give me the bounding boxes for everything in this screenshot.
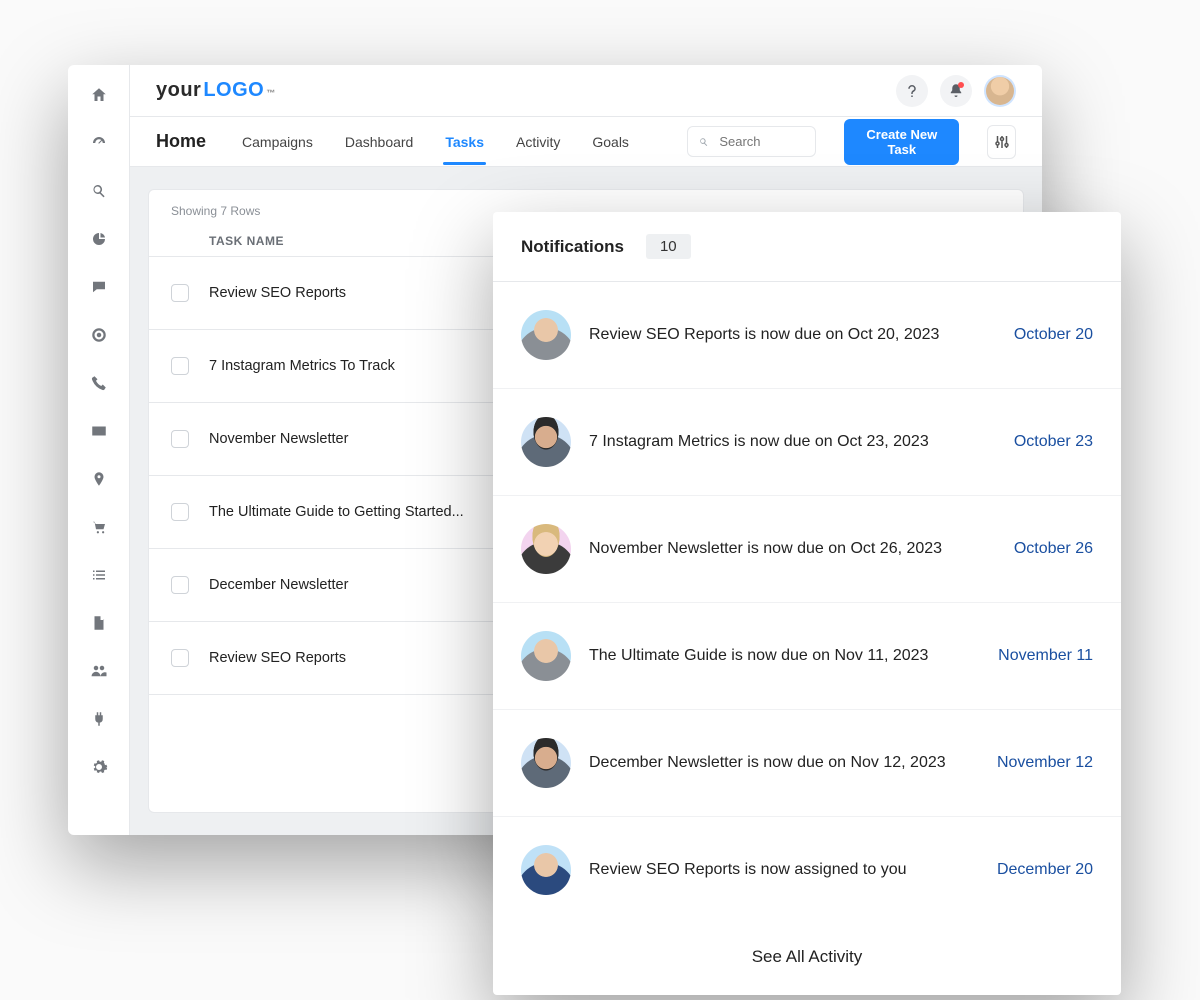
sidebar — [68, 65, 130, 835]
topbar-actions — [896, 75, 1016, 107]
users-icon[interactable] — [89, 661, 109, 681]
notification-item[interactable]: The Ultimate Guide is now due on Nov 11,… — [493, 603, 1121, 710]
search-input[interactable] — [717, 133, 805, 150]
notification-item[interactable]: 7 Instagram Metrics is now due on Oct 23… — [493, 389, 1121, 496]
tab-goals[interactable]: Goals — [590, 120, 631, 164]
phone-icon[interactable] — [89, 373, 109, 393]
notification-date: October 26 — [1014, 540, 1093, 558]
logo-suffix: LOGO — [203, 79, 264, 102]
avatar-face — [986, 77, 1014, 105]
notifications-button[interactable] — [940, 75, 972, 107]
notification-text: Review SEO Reports is now due on Oct 20,… — [589, 326, 996, 344]
pin-icon[interactable] — [89, 469, 109, 489]
notification-avatar — [521, 417, 571, 467]
row-checkbox[interactable] — [171, 284, 189, 302]
logo-prefix: your — [156, 79, 201, 102]
notification-date: December 20 — [997, 861, 1093, 879]
notifications-title: Notifications — [521, 237, 624, 257]
notification-avatar — [521, 845, 571, 895]
home-icon[interactable] — [89, 85, 109, 105]
see-all-activity[interactable]: See All Activity — [493, 923, 1121, 995]
logo-tm: ™ — [266, 88, 276, 98]
notification-avatar — [521, 631, 571, 681]
notification-text: November Newsletter is now due on Oct 26… — [589, 540, 996, 558]
notification-date: October 20 — [1014, 326, 1093, 344]
plug-icon[interactable] — [89, 709, 109, 729]
notification-text: 7 Instagram Metrics is now due on Oct 23… — [589, 433, 996, 451]
notifications-header: Notifications 10 — [493, 212, 1121, 282]
notification-item[interactable]: Review SEO Reports is now due on Oct 20,… — [493, 282, 1121, 389]
notification-item[interactable]: December Newsletter is now due on Nov 12… — [493, 710, 1121, 817]
mail-icon[interactable] — [89, 421, 109, 441]
tab-campaigns[interactable]: Campaigns — [240, 120, 315, 164]
pie-icon[interactable] — [89, 229, 109, 249]
file-icon[interactable] — [89, 613, 109, 633]
notifications-list: Review SEO Reports is now due on Oct 20,… — [493, 282, 1121, 923]
search-icon — [698, 135, 709, 149]
notification-item[interactable]: Review SEO Reports is now assigned to yo… — [493, 817, 1121, 923]
tab-tasks[interactable]: Tasks — [443, 120, 486, 164]
list-icon[interactable] — [89, 565, 109, 585]
notification-dot — [958, 82, 964, 88]
tabs: Campaigns Dashboard Tasks Activity Goals — [240, 120, 631, 164]
cart-icon[interactable] — [89, 517, 109, 537]
notification-text: December Newsletter is now due on Nov 12… — [589, 754, 979, 772]
row-checkbox[interactable] — [171, 576, 189, 594]
dashboard-icon[interactable] — [89, 133, 109, 153]
notification-item[interactable]: November Newsletter is now due on Oct 26… — [493, 496, 1121, 603]
brand-bar: your LOGO ™ — [130, 65, 1042, 117]
row-checkbox[interactable] — [171, 649, 189, 667]
target-icon[interactable] — [89, 325, 109, 345]
logo: your LOGO ™ — [156, 79, 276, 102]
notification-date: November 11 — [998, 647, 1093, 665]
create-task-button[interactable]: Create New Task — [844, 119, 959, 165]
nav-row: Home Campaigns Dashboard Tasks Activity Goal… — [130, 117, 1042, 167]
notification-date: October 23 — [1014, 433, 1093, 451]
search-icon[interactable] — [89, 181, 109, 201]
row-checkbox[interactable] — [171, 357, 189, 375]
notification-avatar — [521, 738, 571, 788]
notification-text: The Ultimate Guide is now due on Nov 11,… — [589, 647, 980, 665]
search-box[interactable] — [687, 126, 817, 157]
notification-text: Review SEO Reports is now assigned to yo… — [589, 861, 979, 879]
tab-activity[interactable]: Activity — [514, 120, 562, 164]
tab-dashboard[interactable]: Dashboard — [343, 120, 416, 164]
notifications-count: 10 — [646, 234, 691, 259]
row-checkbox[interactable] — [171, 430, 189, 448]
help-button[interactable] — [896, 75, 928, 107]
user-avatar[interactable] — [984, 75, 1016, 107]
filter-button[interactable] — [987, 125, 1016, 159]
row-checkbox[interactable] — [171, 503, 189, 521]
notifications-panel: Notifications 10 Review SEO Reports is n… — [493, 212, 1121, 995]
notification-avatar — [521, 524, 571, 574]
notification-date: November 12 — [997, 754, 1093, 772]
page-title: Home — [156, 131, 206, 152]
chat-icon[interactable] — [89, 277, 109, 297]
gear-icon[interactable] — [89, 757, 109, 777]
notification-avatar — [521, 310, 571, 360]
